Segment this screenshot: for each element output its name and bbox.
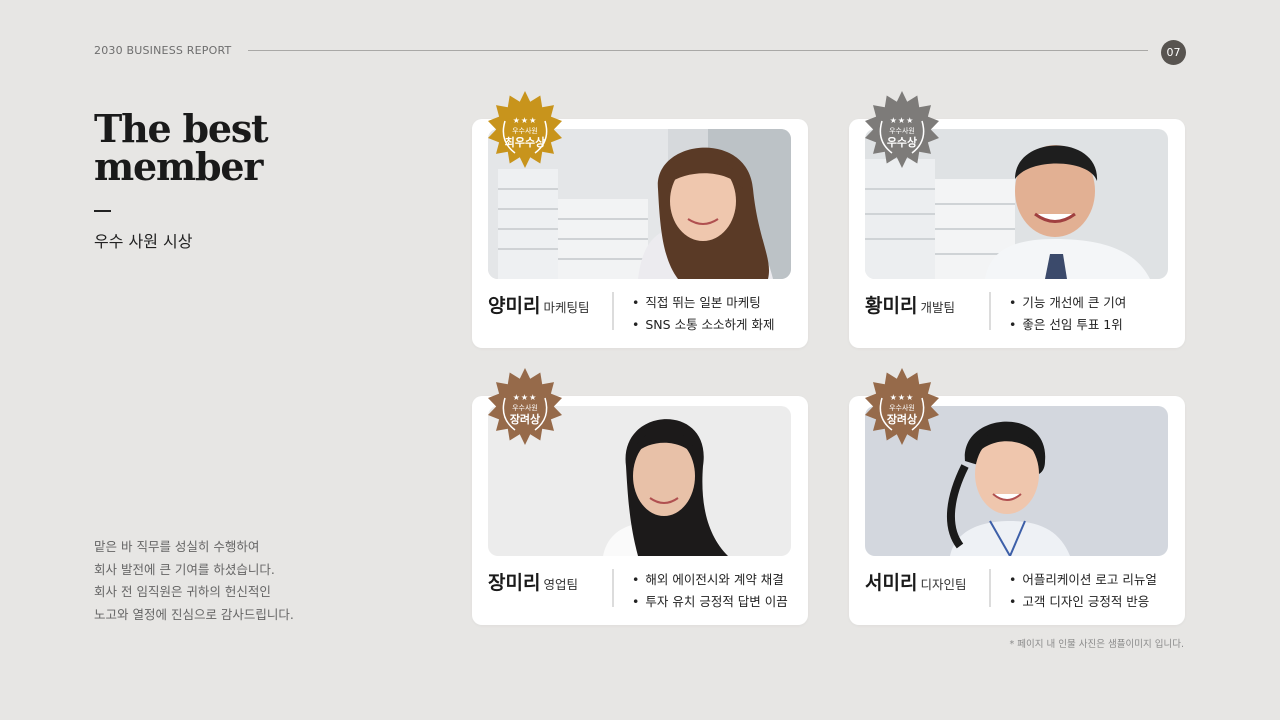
member-name-block: 황미리 개발팀 — [865, 291, 955, 318]
card-divider — [612, 292, 614, 330]
member-team: 디자인팀 — [920, 577, 967, 592]
photo-disclaimer: * 페이지 내 인물 사진은 샘플이미지 입니다. — [1009, 639, 1184, 650]
badge-stars: ★★★ — [512, 115, 538, 125]
header-divider — [248, 50, 1148, 51]
member-name-block: 양미리 마케팅팀 — [488, 291, 589, 318]
badge-caption: 우수사원 — [512, 403, 538, 412]
badge-stars: ★★★ — [889, 392, 915, 402]
page-title: The best member — [94, 106, 269, 189]
achievement-list: 해외 에이전시와 계약 채결 투자 유치 긍정적 답변 이끔 — [632, 569, 788, 613]
badge-award-name: 장려상 — [509, 412, 541, 426]
badge-caption: 우수사원 — [889, 126, 915, 135]
page-number-badge: 07 — [1161, 40, 1186, 65]
badge-award-name: 최우수상 — [504, 135, 546, 149]
message-line: 회사 발전에 큰 기여를 하셨습니다. — [94, 561, 275, 577]
report-label: 2030 BUSINESS REPORT — [94, 44, 232, 57]
card-divider — [612, 569, 614, 607]
achievement-item: 직접 뛰는 일본 마케팅 — [632, 292, 775, 314]
member-name: 서미리 — [865, 572, 918, 594]
title-line-2: member — [94, 144, 263, 189]
achievement-list: 어플리케이션 로고 리뉴얼 고객 디자인 긍정적 반응 — [1009, 569, 1157, 613]
badge-award-name: 우수상 — [886, 135, 918, 149]
member-team: 영업팀 — [543, 577, 578, 592]
badge-caption: 우수사원 — [512, 126, 538, 135]
message-line: 회사 전 임직원은 귀하의 헌신적인 — [94, 584, 271, 599]
member-name: 양미리 — [488, 295, 541, 317]
badge-award-name: 장려상 — [886, 412, 918, 426]
achievement-list: 기능 개선에 큰 기여 좋은 선임 투표 1위 — [1009, 292, 1126, 336]
badge-stars: ★★★ — [889, 115, 915, 125]
achievement-item: 고객 디자인 긍정적 반응 — [1009, 591, 1157, 613]
member-team: 마케팅팀 — [543, 300, 590, 315]
member-name-block: 서미리 디자인팀 — [865, 568, 966, 595]
award-badge-bronze: ★★★ 우수사원 장려상 — [485, 368, 565, 448]
message-line: 맡은 바 직무를 성실히 수행하여 — [94, 539, 260, 554]
badge-stars: ★★★ — [512, 392, 538, 402]
member-team: 개발팀 — [920, 300, 955, 315]
title-line-1: The best — [94, 106, 269, 151]
page-subtitle: 우수 사원 시상 — [94, 232, 193, 251]
member-name: 장미리 — [488, 572, 541, 594]
achievement-item: 어플리케이션 로고 리뉴얼 — [1009, 569, 1156, 591]
title-dash — [94, 210, 111, 212]
achievement-item: SNS 소통 소소하게 화제 — [632, 314, 774, 336]
achievement-item: 좋은 선임 투표 1위 — [1009, 314, 1126, 336]
card-divider — [989, 569, 991, 607]
badge-caption: 우수사원 — [889, 403, 915, 412]
member-name-block: 장미리 영업팀 — [488, 568, 578, 595]
card-divider — [989, 292, 991, 330]
achievement-item: 투자 유치 긍정적 답변 이끔 — [632, 591, 787, 613]
award-badge-silver: ★★★ 우수사원 우수상 — [862, 91, 942, 171]
message-line: 노고와 열정에 진심으로 감사드립니다. — [94, 606, 294, 622]
achievement-item: 기능 개선에 큰 기여 — [1009, 292, 1126, 314]
award-badge-gold: ★★★ 우수사원 최우수상 — [485, 91, 565, 171]
achievement-list: 직접 뛰는 일본 마케팅 SNS 소통 소소하게 화제 — [632, 292, 775, 336]
achievement-item: 해외 에이전시와 계약 채결 — [632, 569, 788, 591]
award-badge-bronze: ★★★ 우수사원 장려상 — [862, 368, 942, 448]
member-name: 황미리 — [865, 295, 918, 317]
appreciation-message: 맡은 바 직무를 성실히 수행하여 회사 발전에 큰 기여를 하셨습니다. 회사… — [94, 536, 294, 626]
